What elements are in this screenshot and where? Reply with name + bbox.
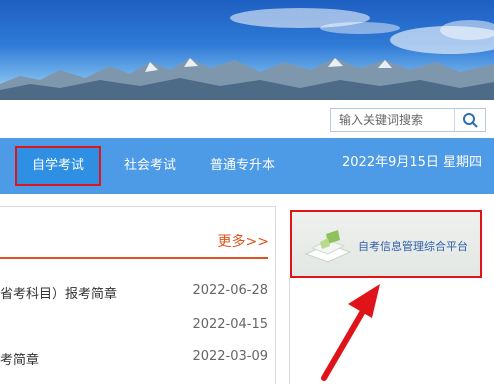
red-arrow-annotation [321,284,380,381]
